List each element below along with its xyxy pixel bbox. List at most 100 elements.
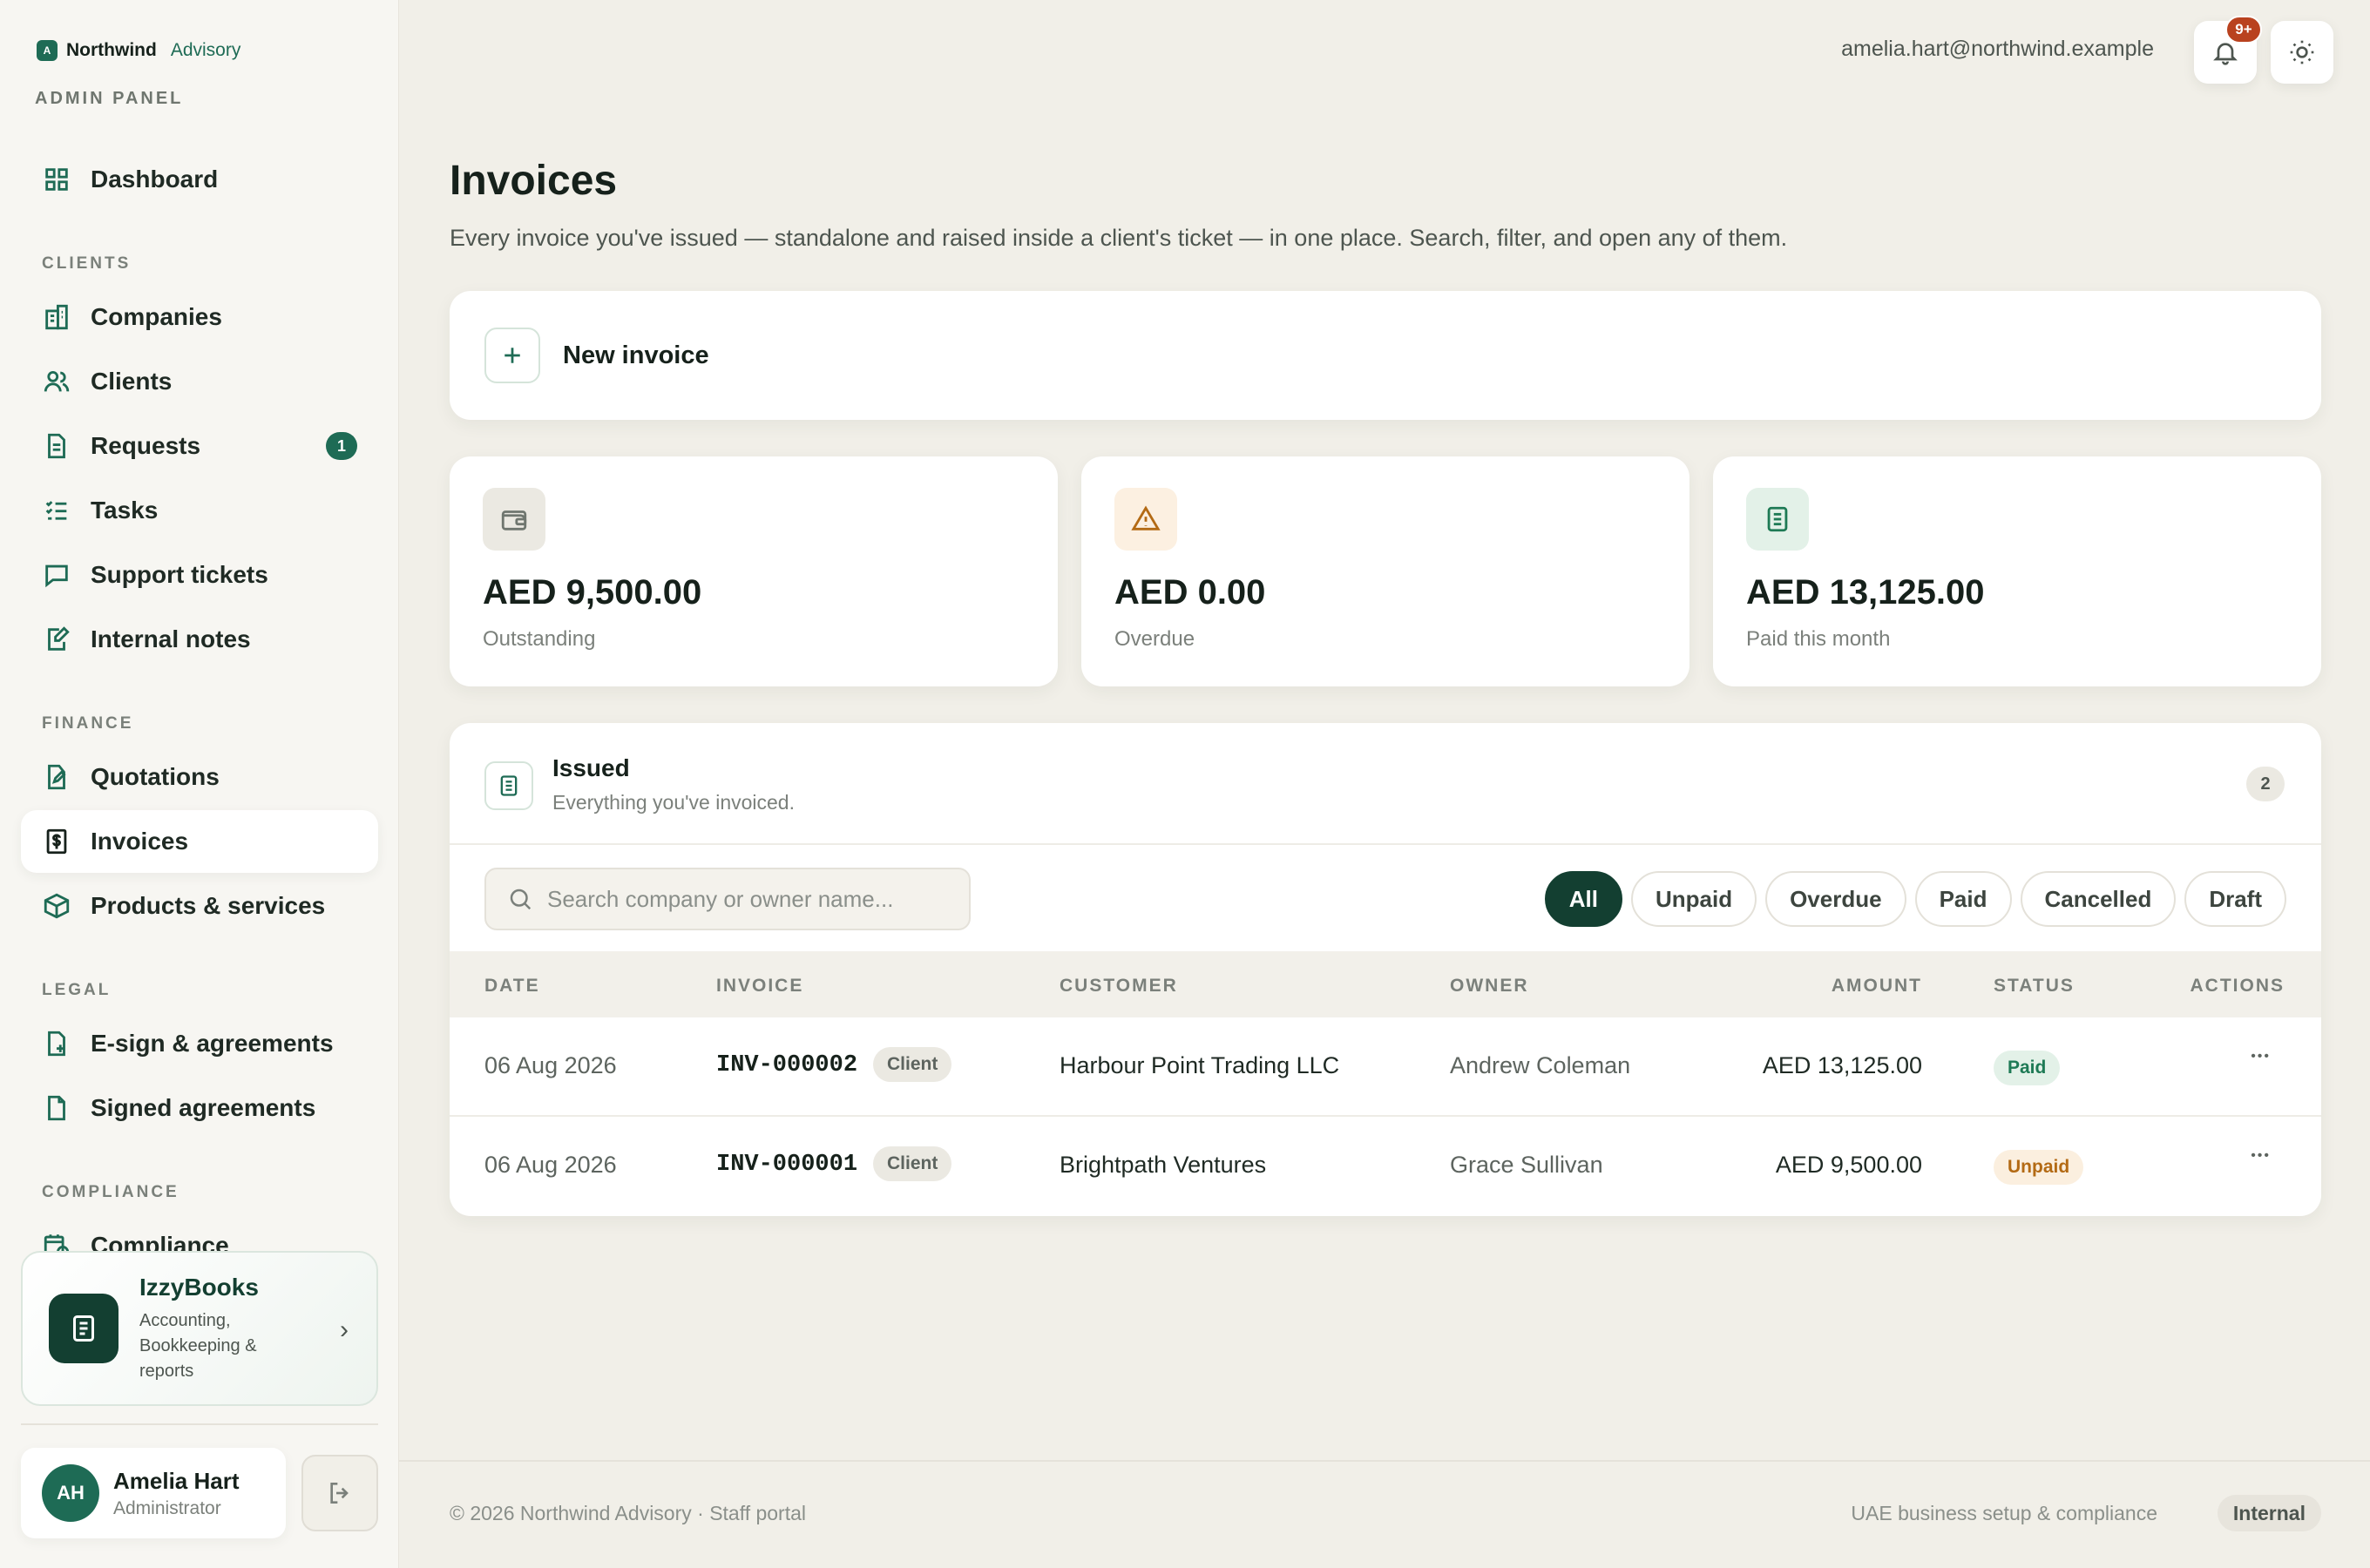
stat-card-overdue: AED 0.00 Overdue: [1081, 456, 1689, 686]
nav-section-clients: CLIENTS: [42, 254, 132, 273]
sidebar-nav: Dashboard CLIENTS Companies Clients Requests…: [21, 148, 378, 1279]
column-header-amount: AMOUNT: [1831, 976, 1922, 996]
status-filters: All Unpaid Overdue Paid Cancelled Draft: [1544, 871, 2286, 927]
sidebar-item-label: Clients: [91, 368, 173, 395]
notifications-button[interactable]: 9+: [2194, 16, 2262, 84]
sidebar-item-label: Signed agreements: [91, 1094, 316, 1121]
edit-note-icon: [48, 626, 70, 651]
issued-invoices-card: Issued Everything you've invoiced. 2 All…: [450, 723, 2321, 1216]
sidebar-item-label: Tasks: [91, 497, 159, 524]
brand-name: Northwind: [66, 40, 157, 60]
stat-amount: AED 9,500.00: [483, 573, 702, 612]
stat-label: Outstanding: [483, 627, 596, 651]
row-date: 06 Aug 2026: [484, 1052, 617, 1078]
izzybooks-promo-card[interactable]: IzzyBooks Accounting, Bookkeeping & repo…: [21, 1251, 378, 1406]
avatar: AH: [42, 1464, 99, 1522]
receipt-icon: [1746, 488, 1809, 551]
sidebar-item-companies[interactable]: Companies: [21, 286, 378, 348]
row-customer: Harbour Point Trading LLC: [1060, 1052, 1340, 1078]
stat-amount: AED 0.00: [1114, 573, 1266, 612]
stat-card-outstanding: AED 9,500.00 Outstanding: [450, 456, 1058, 686]
sidebar-item-dashboard[interactable]: Dashboard: [21, 148, 378, 211]
panel-label: ADMIN PANEL: [35, 89, 184, 108]
row-amount: AED 9,500.00: [1775, 1152, 1922, 1178]
more-actions-icon[interactable]: •••: [2251, 1049, 2271, 1064]
promo-desc: Accounting, Bookkeeping & reports: [139, 1310, 257, 1381]
users-icon: [44, 370, 70, 392]
footer-copyright: © 2026 Northwind Advisory · Staff portal: [450, 1502, 807, 1524]
footer-tagline: UAE business setup & compliance: [1851, 1502, 2157, 1524]
table-row[interactable]: 06 Aug 2026 INV-000001 Client Brightpath Ve…: [450, 1117, 2321, 1216]
sidebar-item-quotations[interactable]: Quotations: [21, 746, 378, 808]
user-name: Amelia Hart: [113, 1467, 240, 1494]
row-type-tag: Client: [873, 1047, 952, 1082]
sidebar-item-support-tickets[interactable]: Support tickets: [21, 544, 378, 606]
file-icon: [48, 1095, 65, 1121]
document-icon: [48, 433, 65, 459]
stat-amount: AED 13,125.00: [1746, 573, 1985, 612]
brand-logo[interactable]: A Northwind Advisory: [37, 40, 240, 61]
filter-all[interactable]: All: [1544, 871, 1622, 927]
issued-title: Issued: [552, 754, 630, 781]
promo-title: IzzyBooks: [139, 1273, 259, 1301]
sidebar-item-label: E-sign & agreements: [91, 1030, 334, 1057]
row-date: 06 Aug 2026: [484, 1152, 617, 1178]
dollar-file-icon: [46, 828, 67, 855]
sidebar-item-e-sign-agreements[interactable]: E-sign & agreements: [21, 1012, 378, 1075]
sidebar-item-internal-notes[interactable]: Internal notes: [21, 608, 378, 671]
issued-header: Issued Everything you've invoiced. 2: [450, 723, 2321, 845]
theme-toggle-button[interactable]: [2271, 21, 2333, 84]
row-invoice-number: INV-000001: [716, 1152, 858, 1178]
file-plus-icon: [48, 1031, 65, 1057]
sidebar-item-label: Dashboard: [91, 166, 219, 193]
sidebar-item-signed-agreements[interactable]: Signed agreements: [21, 1077, 378, 1139]
sidebar-item-label: Internal notes: [91, 625, 251, 652]
row-owner: Andrew Coleman: [1450, 1052, 1631, 1078]
user-email: amelia.hart@northwind.example: [1841, 37, 2154, 61]
column-header-status: STATUS: [1994, 976, 2075, 996]
user-card[interactable]: AH Amelia Hart Administrator: [21, 1448, 286, 1538]
status-badge: Paid: [1994, 1051, 2061, 1085]
table-row[interactable]: 06 Aug 2026 INV-000002 Client Harbour Point…: [450, 1017, 2321, 1117]
sidebar: A Northwind Advisory ADMIN PANEL Dashboa…: [0, 0, 399, 1568]
user-role: Administrator: [113, 1497, 221, 1518]
issued-count-badge: 2: [2246, 767, 2285, 801]
sidebar-item-invoices[interactable]: Invoices: [21, 810, 378, 873]
sidebar-item-tasks[interactable]: Tasks: [21, 479, 378, 542]
filter-overdue[interactable]: Overdue: [1765, 871, 1906, 927]
column-header-customer: CUSTOMER: [1060, 976, 1178, 996]
sidebar-item-label: Requests: [91, 432, 201, 459]
page-subtitle: Every invoice you've issued — standalone…: [450, 225, 1788, 251]
sidebar-badge: 1: [326, 432, 357, 460]
row-owner: Grace Sullivan: [1450, 1152, 1603, 1178]
book-icon: [49, 1294, 118, 1363]
sidebar-item-label: Quotations: [91, 763, 220, 790]
logout-icon: [330, 1483, 349, 1504]
edit-file-icon: [48, 764, 66, 790]
chat-icon: [45, 564, 68, 588]
search-input[interactable]: [547, 885, 965, 913]
logout-button[interactable]: [301, 1455, 378, 1531]
sidebar-item-requests[interactable]: Requests 1: [21, 415, 378, 477]
filter-cancelled[interactable]: Cancelled: [2020, 871, 2177, 927]
grid-icon: [45, 168, 68, 191]
nav-section-finance: FINANCE: [42, 714, 134, 733]
filter-draft[interactable]: Draft: [2184, 871, 2286, 927]
filter-paid[interactable]: Paid: [1914, 871, 2012, 927]
new-invoice-label: New invoice: [563, 341, 709, 369]
brand-sub: Advisory: [170, 40, 241, 60]
brand-mark: A: [37, 40, 58, 61]
sidebar-item-products-services[interactable]: Products & services: [21, 875, 378, 937]
search-field[interactable]: [484, 868, 971, 930]
filter-unpaid[interactable]: Unpaid: [1630, 871, 1757, 927]
plus-icon: [484, 328, 540, 383]
more-actions-icon[interactable]: •••: [2251, 1148, 2271, 1164]
new-invoice-button[interactable]: New invoice: [450, 291, 2321, 420]
box-icon: [44, 893, 70, 919]
footer-badge: Internal: [2217, 1495, 2321, 1531]
column-header-invoice: INVOICE: [716, 976, 804, 996]
wallet-icon: [483, 488, 545, 551]
sidebar-item-clients[interactable]: Clients: [21, 350, 378, 413]
row-amount: AED 13,125.00: [1762, 1052, 1922, 1078]
sidebar-item-label: Products & services: [91, 892, 326, 919]
